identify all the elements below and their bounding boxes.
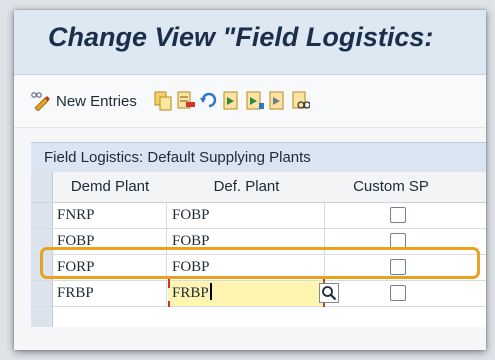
custom-sp-checkbox[interactable] bbox=[390, 207, 406, 223]
custom-sp-checkbox[interactable] bbox=[390, 285, 406, 301]
toolbar: New Entries bbox=[14, 75, 486, 128]
demd-plant-cell: FORP bbox=[53, 255, 167, 280]
copy-icon[interactable] bbox=[154, 91, 172, 111]
def-plant-input-active[interactable]: FRBP bbox=[168, 281, 323, 306]
table-row: FOBP FOBP bbox=[31, 229, 486, 255]
select-block-icon[interactable] bbox=[246, 91, 264, 111]
table-row: FNRP FOBP bbox=[31, 203, 486, 229]
column-header-custom-sp[interactable]: Custom SP bbox=[326, 172, 456, 202]
column-header-demd-plant[interactable]: Demd Plant bbox=[53, 172, 167, 202]
row-selector[interactable] bbox=[31, 229, 53, 254]
table-row-empty bbox=[31, 307, 486, 327]
section-title: Field Logistics: Default Supplying Plant… bbox=[44, 149, 311, 166]
select-all-rows-handle[interactable] bbox=[31, 172, 53, 202]
table-row: FORP FOBP bbox=[31, 255, 486, 281]
new-entries-icon bbox=[31, 92, 50, 111]
def-plant-cell[interactable]: FOBP bbox=[168, 229, 325, 254]
value-help-button[interactable] bbox=[319, 283, 339, 303]
delete-icon[interactable] bbox=[177, 91, 195, 111]
row-selector[interactable] bbox=[31, 281, 53, 306]
def-plant-cell[interactable]: FOBP bbox=[168, 255, 325, 280]
column-header-def-plant[interactable]: Def. Plant bbox=[168, 172, 325, 202]
demd-plant-cell: FOBP bbox=[53, 229, 167, 254]
content-area: Field Logistics: Default Supplying Plant… bbox=[14, 128, 486, 350]
section-header: Field Logistics: Default Supplying Plant… bbox=[31, 142, 486, 173]
new-entries-label: New Entries bbox=[56, 92, 137, 110]
demd-plant-cell: FNRP bbox=[53, 203, 167, 228]
table-header: Demd Plant Def. Plant Custom SP bbox=[31, 172, 486, 203]
new-entries-button[interactable]: New Entries bbox=[30, 91, 137, 111]
custom-sp-checkbox[interactable] bbox=[390, 233, 406, 249]
undo-icon[interactable] bbox=[200, 91, 218, 111]
select-all-icon[interactable] bbox=[223, 91, 241, 111]
row-selector[interactable] bbox=[31, 255, 53, 280]
def-plant-cell[interactable]: FOBP bbox=[168, 203, 325, 228]
deselect-all-icon[interactable] bbox=[269, 91, 287, 111]
sap-window: Change View "Field Logistics: New Entrie… bbox=[14, 10, 486, 350]
row-selector[interactable] bbox=[31, 203, 53, 228]
display-details-icon[interactable] bbox=[292, 91, 310, 111]
custom-sp-checkbox[interactable] bbox=[390, 259, 406, 275]
page-title: Change View "Field Logistics: bbox=[48, 22, 434, 52]
demd-plant-cell: FRBP bbox=[53, 281, 167, 306]
text-cursor bbox=[209, 283, 212, 300]
table-row: FRBP FRBP bbox=[31, 277, 486, 312]
row-selector[interactable] bbox=[31, 307, 53, 327]
focus-corner bbox=[168, 277, 179, 288]
magnifier-icon bbox=[322, 286, 337, 301]
title-bar: Change View "Field Logistics: bbox=[14, 10, 486, 75]
